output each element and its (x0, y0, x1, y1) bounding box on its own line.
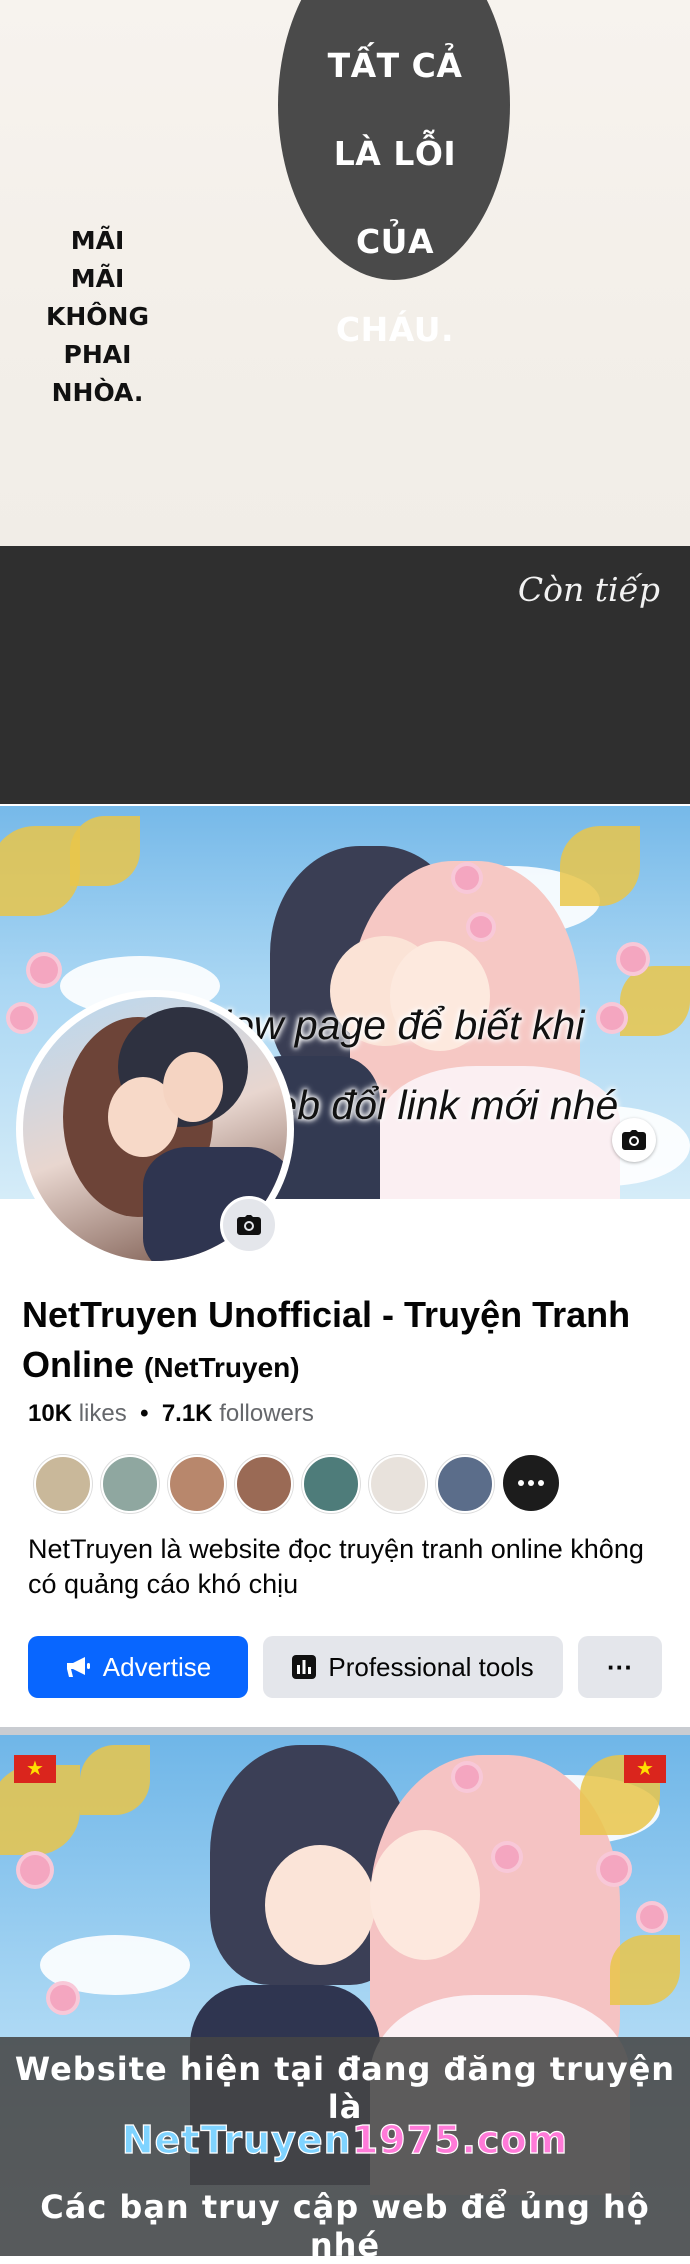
follower-avatar[interactable] (302, 1455, 360, 1513)
flower-decoration (455, 866, 479, 890)
follower-avatar[interactable] (101, 1455, 159, 1513)
leaf-decoration (560, 826, 640, 906)
vietnam-flag-icon: ★ (14, 1755, 56, 1783)
flower-decoration (20, 1855, 50, 1885)
flower-decoration (470, 916, 492, 938)
more-options-button[interactable]: ··· (578, 1636, 662, 1698)
url-tld: .com (461, 2117, 569, 2162)
bubble-line: LÀ LỖI (333, 134, 457, 173)
more-horizontal-icon (518, 1480, 544, 1486)
followers-label[interactable]: followers (219, 1400, 314, 1427)
leaf-decoration (0, 826, 80, 916)
edit-cover-camera-icon[interactable] (612, 1118, 656, 1162)
edit-profile-picture-button[interactable] (220, 1196, 278, 1254)
site-url-link[interactable]: NetTruyen1975.com (0, 2117, 690, 2162)
illustration-shape (265, 1845, 375, 1965)
follower-avatar[interactable] (34, 1455, 92, 1513)
follower-avatar[interactable] (436, 1455, 494, 1513)
bubble-line: TẤT CẢ (327, 46, 463, 85)
page-title: NetTruyen Unofficial - Truyện Tranh Onli… (22, 1290, 662, 1393)
page-name: NetTruyen Unofficial - Truyện Tranh Onli… (22, 1294, 631, 1385)
follower-avatar[interactable] (369, 1455, 427, 1513)
bubble-line: CỦA (355, 222, 435, 261)
professional-tools-button[interactable]: Professional tools (263, 1636, 563, 1698)
illustration-shape (163, 1052, 223, 1122)
megaphone-icon (65, 1656, 91, 1678)
flower-decoration (640, 1905, 664, 1929)
comic-caption: MÃI MÃI KHÔNG PHAI NHÒA. (40, 222, 155, 412)
bar-chart-icon (292, 1655, 317, 1679)
follower-avatar[interactable] (235, 1455, 293, 1513)
followers-avatar-row (34, 1455, 559, 1513)
notice-line: Các bạn truy cập web để ủng hộ nhé (40, 2188, 650, 2264)
flower-decoration (30, 956, 58, 984)
bubble-line: CHÁU. (335, 310, 455, 349)
caption-line: NHÒA. (51, 378, 144, 407)
speech-bubble-text: TẤT CẢ LÀ LỖI CỦA CHÁU. (300, 0, 490, 396)
leaf-decoration (70, 816, 140, 886)
likes-label[interactable]: likes (79, 1400, 127, 1427)
flower-decoration (495, 1845, 519, 1869)
caption-line: MÃI MÃI (70, 226, 125, 293)
page-stats: 10K likes • 7.1K followers (28, 1400, 314, 1428)
caption-line: KHÔNG (46, 302, 149, 331)
vietnam-flag-icon: ★ (624, 1755, 666, 1783)
to-be-continued-text: Còn tiếp (517, 570, 660, 609)
stats-separator: • (140, 1400, 149, 1427)
likes-count[interactable]: 10K (28, 1400, 72, 1427)
advertise-label: Advertise (102, 1651, 212, 1682)
camera-icon (622, 1130, 646, 1150)
flower-decoration (455, 1765, 479, 1789)
url-main: NetTruyen (121, 2117, 352, 2162)
flower-decoration (10, 1006, 34, 1030)
flower-decoration (600, 1855, 628, 1883)
follower-avatar[interactable] (168, 1455, 226, 1513)
advertise-button[interactable]: Advertise (28, 1636, 248, 1698)
leaf-decoration (80, 1745, 150, 1815)
more-options-label: ··· (607, 1651, 633, 1682)
section-divider (0, 1727, 690, 1735)
more-followers-button[interactable] (503, 1455, 559, 1511)
notice-line: Website hiện tại đang đăng truyện là (14, 2050, 676, 2126)
page-about-text: NetTruyen là website đọc truyện tranh on… (28, 1534, 644, 1599)
flower-decoration (50, 1985, 76, 2011)
caption-line: PHAI (63, 340, 132, 369)
followers-count[interactable]: 7.1K (162, 1400, 213, 1427)
leaf-decoration (610, 1935, 680, 2005)
page-handle: (NetTruyen) (144, 1352, 300, 1383)
flower-decoration (620, 946, 646, 972)
camera-icon (237, 1215, 261, 1235)
professional-tools-label: Professional tools (328, 1651, 534, 1682)
illustration-shape (370, 1830, 480, 1960)
url-number: 1975 (351, 2117, 462, 2162)
